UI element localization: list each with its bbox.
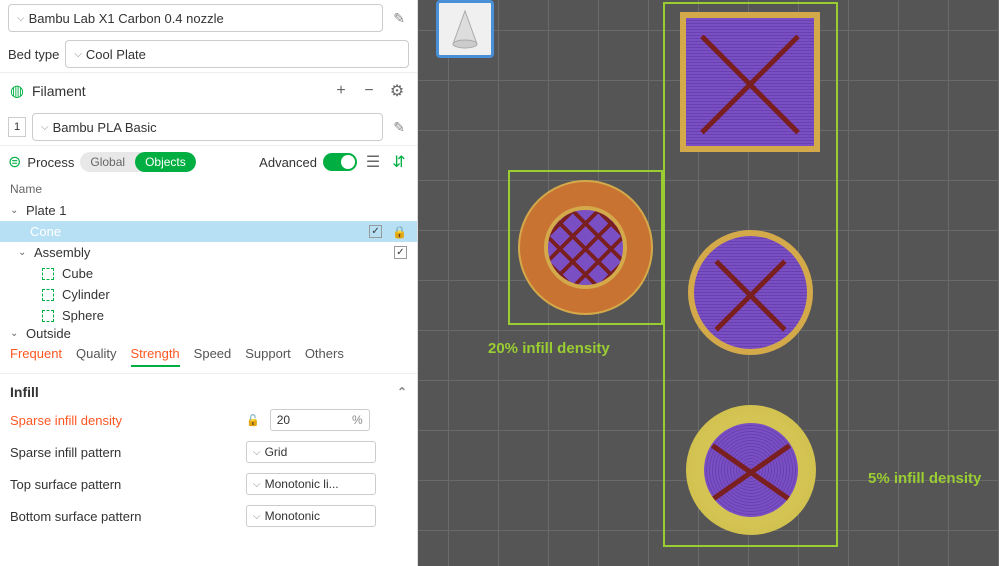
setting-top-surface-pattern: Top surface pattern ⌵ Monotonic li... (10, 468, 407, 500)
chevron-down-icon: ⌵ (253, 511, 261, 522)
top-surface-pattern-select[interactable]: ⌵ Monotonic li... (246, 473, 376, 495)
annotation-5pct: 5% infill density (868, 470, 981, 487)
chevron-down-icon: ⌵ (74, 49, 82, 60)
tree-item-outside[interactable]: ⌄ Outside (0, 326, 417, 338)
unlock-icon[interactable]: 🔓 (246, 414, 260, 427)
tree-item-cylinder[interactable]: Cylinder (0, 284, 417, 305)
tree-item-label: Cone (30, 224, 61, 239)
chevron-down-icon: ⌵ (41, 122, 49, 133)
setting-sparse-infill-density: Sparse infill density 🔓 20 % (10, 404, 407, 436)
tree-item-cube[interactable]: Cube (0, 263, 417, 284)
setting-unit: % (352, 413, 363, 427)
bed-type-select[interactable]: ⌵ Cool Plate (65, 40, 409, 68)
settings-tabs: Frequent Quality Strength Speed Support … (0, 338, 417, 374)
filament-select[interactable]: ⌵ Bambu PLA Basic (32, 113, 383, 141)
object-icon (42, 310, 54, 322)
setting-value: Monotonic li... (265, 477, 339, 491)
scope-global[interactable]: Global (80, 152, 135, 172)
chevron-down-icon: ⌵ (17, 13, 25, 24)
chevron-down-icon: ⌵ (253, 447, 261, 458)
tree-item-plate[interactable]: ⌄ Plate 1 (0, 200, 417, 221)
filament-section-icon: ◍ (10, 81, 24, 101)
collapse-icon[interactable]: ⌃ (397, 385, 407, 399)
tree-item-label: Plate 1 (26, 203, 66, 218)
object-cube[interactable] (680, 12, 820, 152)
object-icon (42, 289, 54, 301)
expand-icon[interactable]: ⌄ (18, 247, 30, 258)
setting-sparse-infill-pattern: Sparse infill pattern ⌵ Grid (10, 436, 407, 468)
printer-select[interactable]: ⌵ Bambu Lab X1 Carbon 0.4 nozzle (8, 4, 383, 32)
expand-icon[interactable]: ⌄ (10, 328, 22, 338)
object-cylinder[interactable] (688, 230, 813, 355)
scope-objects[interactable]: Objects (135, 152, 196, 172)
settings-section-title: Infill (10, 384, 39, 400)
edit-printer-icon[interactable]: ✎ (389, 8, 409, 29)
setting-label: Sparse infill pattern (10, 445, 240, 460)
list-view-icon[interactable]: ☰ (363, 152, 383, 172)
filament-slot-number[interactable]: 1 (8, 117, 26, 137)
object-icon (42, 268, 54, 280)
chevron-down-icon: ⌵ (253, 479, 261, 490)
tree-item-cone[interactable]: Cone ✓ 🔒 (0, 221, 417, 242)
bed-type-label: Bed type (8, 47, 59, 62)
setting-value: 20 (277, 413, 290, 427)
tab-strength[interactable]: Strength (131, 346, 180, 367)
edit-filament-icon[interactable]: ✎ (389, 117, 409, 138)
printer-name: Bambu Lab X1 Carbon 0.4 nozzle (29, 11, 224, 26)
tab-quality[interactable]: Quality (76, 346, 116, 367)
advanced-toggle[interactable] (323, 153, 357, 171)
tree-item-label: Sphere (62, 308, 104, 323)
3d-viewport[interactable]: 20% infill density 5% infill density (418, 0, 999, 566)
tree-item-sphere[interactable]: Sphere (0, 305, 417, 326)
add-filament-icon[interactable]: + (331, 81, 351, 101)
filament-value: Bambu PLA Basic (53, 120, 157, 135)
tree-item-label: Cube (62, 266, 93, 281)
object-cone[interactable] (518, 180, 653, 315)
tab-others[interactable]: Others (305, 346, 344, 367)
tree-item-label: Cylinder (62, 287, 110, 302)
tree-item-assembly[interactable]: ⌄ Assembly ✓ (0, 242, 417, 263)
process-section-title: Process (27, 155, 74, 170)
setting-label: Top surface pattern (10, 477, 240, 492)
settings-panel: Infill ⌃ Sparse infill density 🔓 20 % Sp… (0, 374, 417, 538)
object-tree: Name ⌄ Plate 1 Cone ✓ 🔒 ⌄ Assembly ✓ Cub… (0, 178, 417, 338)
tab-speed[interactable]: Speed (194, 346, 232, 367)
printable-checkbox[interactable]: ✓ (394, 246, 407, 259)
process-scope-toggle[interactable]: Global Objects (80, 152, 195, 172)
filament-settings-icon[interactable]: ⚙ (387, 81, 407, 101)
setting-bottom-surface-pattern: Bottom surface pattern ⌵ Monotonic (10, 500, 407, 532)
setting-label: Bottom surface pattern (10, 509, 240, 524)
tab-support[interactable]: Support (245, 346, 291, 367)
plate-thumbnail[interactable] (436, 0, 494, 58)
expand-icon[interactable]: ⌄ (10, 205, 22, 216)
tab-frequent[interactable]: Frequent (10, 346, 62, 367)
advanced-label: Advanced (259, 155, 317, 170)
tree-item-label: Outside (26, 326, 71, 338)
setting-value: Grid (265, 445, 288, 459)
remove-filament-icon[interactable]: − (359, 81, 379, 101)
tree-item-label: Assembly (34, 245, 90, 260)
printable-checkbox[interactable]: ✓ (369, 225, 382, 238)
object-sphere[interactable] (686, 405, 816, 535)
cone-preview-icon (450, 9, 480, 49)
filament-section-title: Filament (32, 83, 323, 99)
sparse-infill-pattern-select[interactable]: ⌵ Grid (246, 441, 376, 463)
setting-label: Sparse infill density (10, 413, 240, 428)
setting-value: Monotonic (265, 509, 320, 523)
bed-type-value: Cool Plate (86, 47, 146, 62)
annotation-20pct: 20% infill density (488, 340, 610, 357)
compare-icon[interactable]: ⇵ (389, 152, 409, 172)
sparse-infill-density-input[interactable]: 20 % (270, 409, 370, 431)
process-section-icon: ⊜ (8, 152, 21, 172)
settings-sidebar: ⌵ Bambu Lab X1 Carbon 0.4 nozzle ✎ Bed t… (0, 0, 418, 566)
bottom-surface-pattern-select[interactable]: ⌵ Monotonic (246, 505, 376, 527)
tree-name-header: Name (0, 178, 417, 200)
lock-icon[interactable]: 🔒 (392, 225, 407, 239)
